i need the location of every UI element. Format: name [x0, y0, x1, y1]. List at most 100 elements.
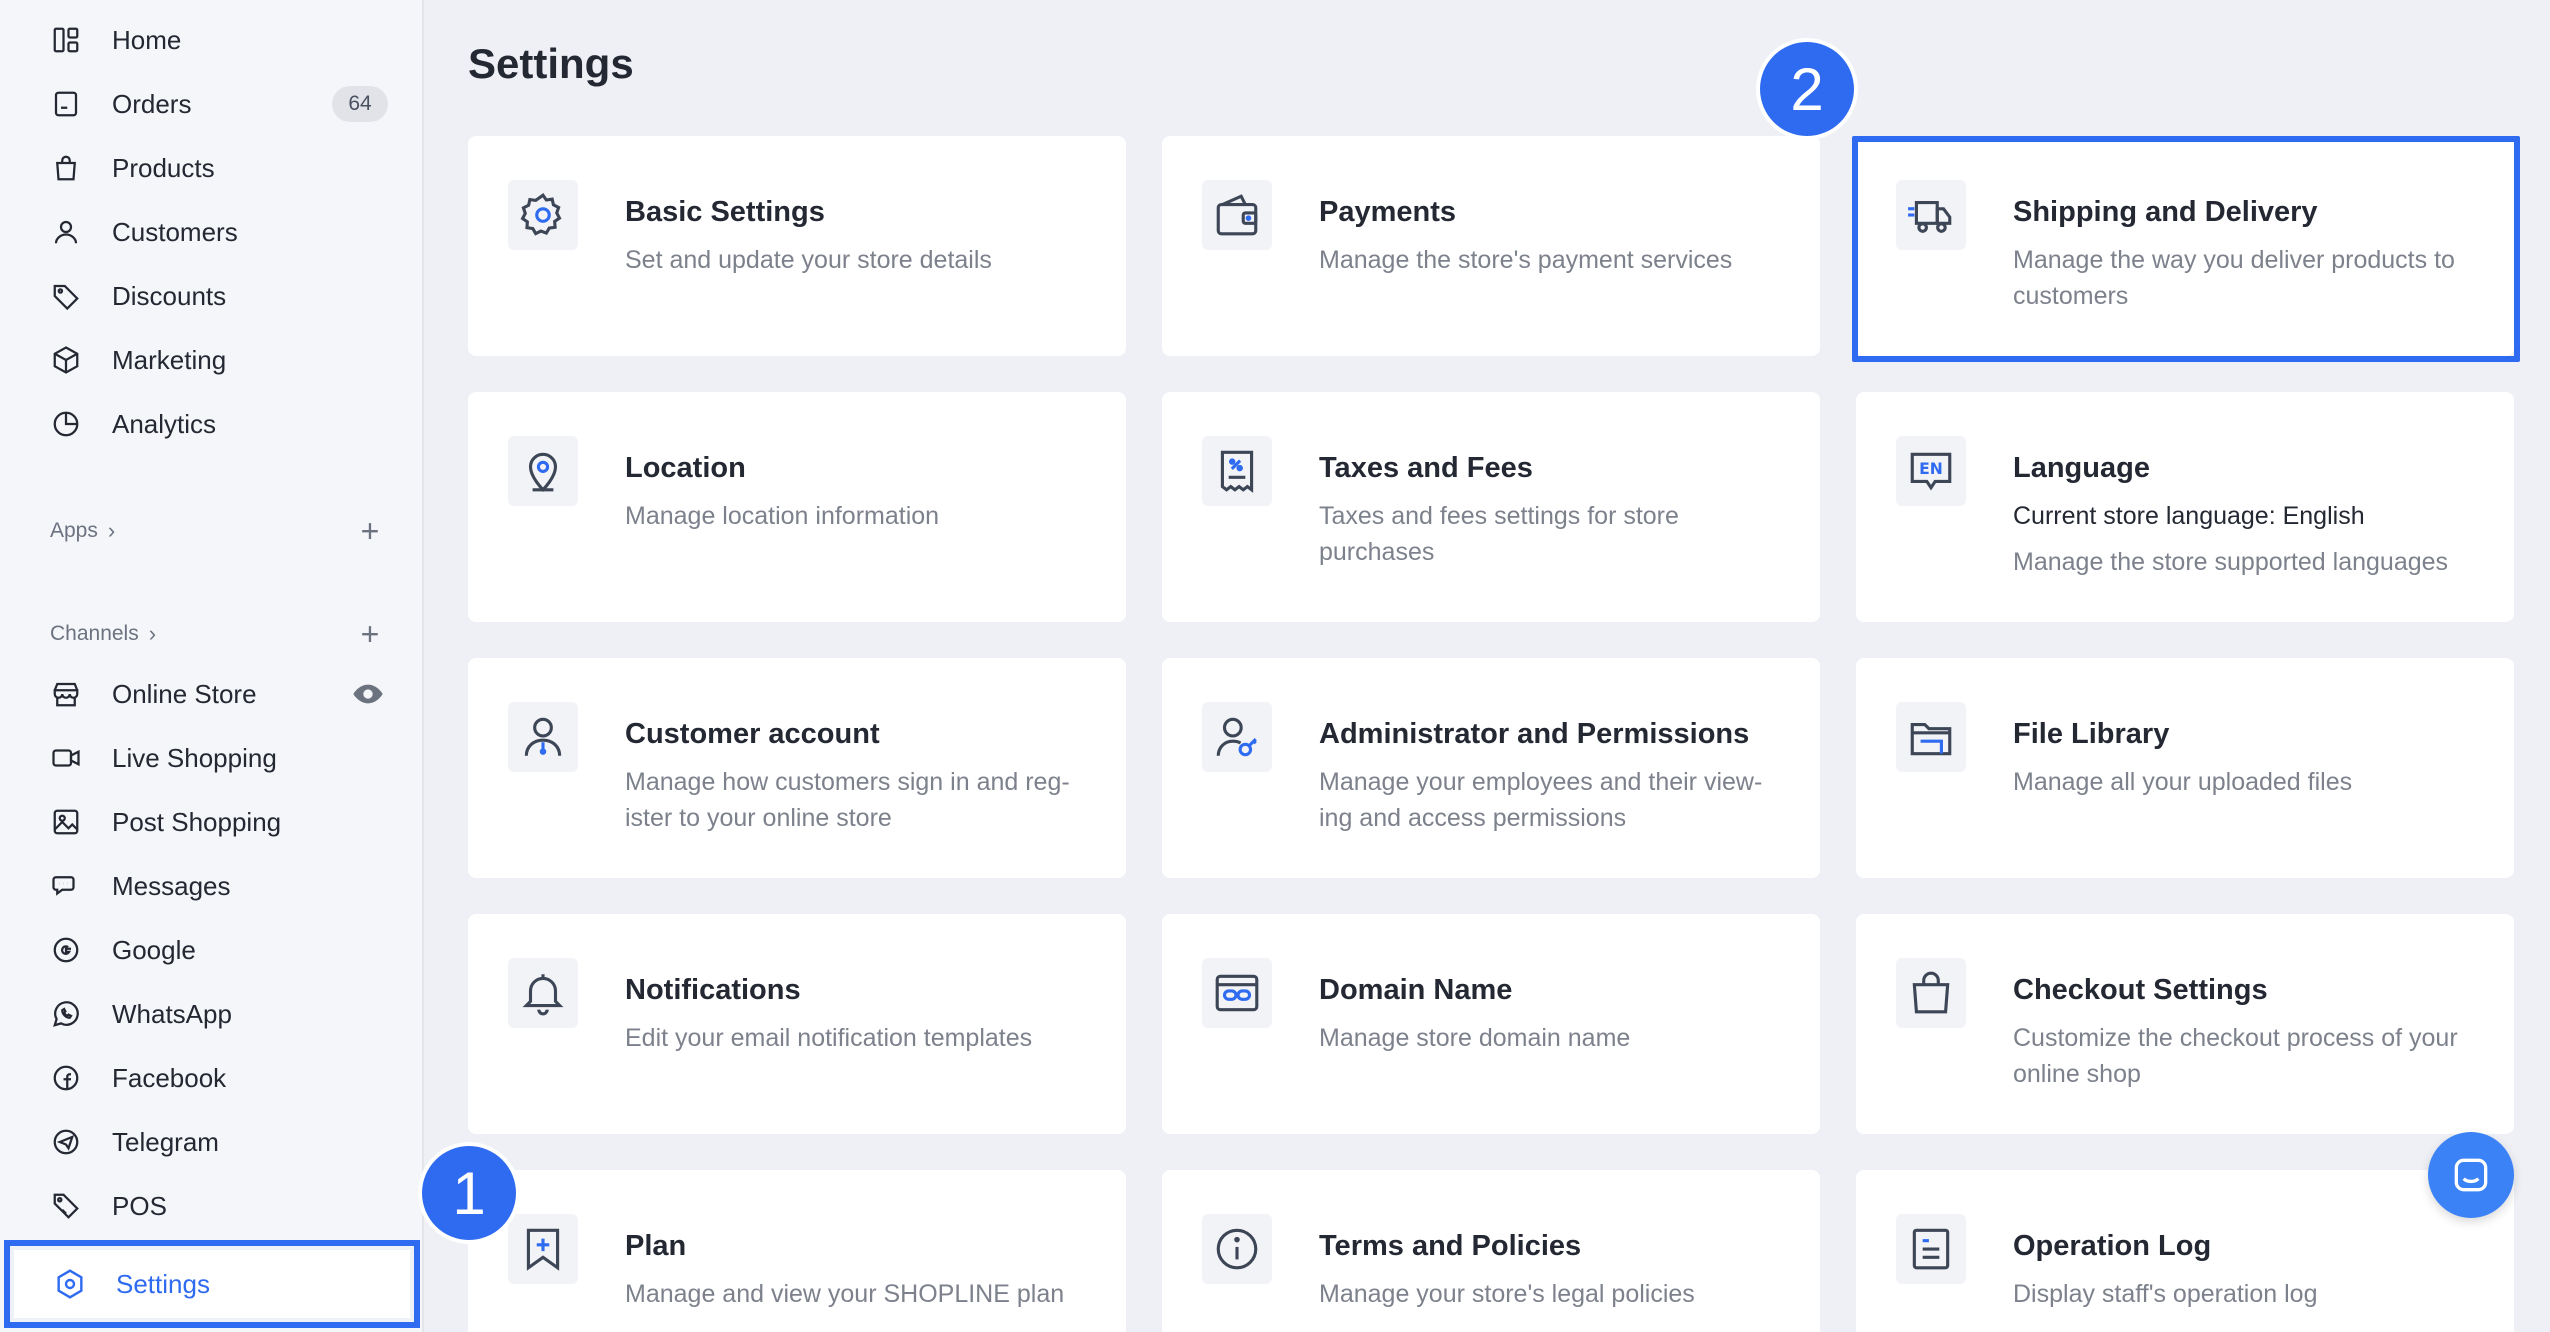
- orders-icon: [50, 88, 82, 120]
- sidebar-item-whatsapp[interactable]: WhatsApp: [0, 982, 424, 1046]
- step-2-badge: 2: [1760, 42, 1854, 136]
- sidebar-item-products[interactable]: Products: [0, 136, 424, 200]
- sidebar-item-label: Marketing: [112, 344, 227, 375]
- sidebar-item-label: Analytics: [112, 408, 217, 439]
- telegram-icon: [50, 1126, 82, 1158]
- card-taxes-and-fees[interactable]: Taxes and Fees Taxes and fees settings f…: [1162, 392, 1820, 622]
- store-icon: [50, 678, 82, 710]
- sidebar-item-customers[interactable]: Customers: [0, 200, 424, 264]
- image-icon: [50, 806, 82, 838]
- card-customer-account[interactable]: Customer account Manage how customers si…: [468, 658, 1126, 878]
- location-pin-icon: [508, 436, 578, 506]
- sidebar-item-label: Messages: [112, 870, 231, 901]
- sidebar-item-messages[interactable]: Messages: [0, 854, 424, 918]
- info-icon: [1202, 1214, 1272, 1284]
- support-chat-button[interactable]: [2428, 1132, 2514, 1218]
- card-title: Domain Name: [1319, 974, 1513, 1006]
- sidebar-item-settings[interactable]: Settings: [4, 1240, 420, 1328]
- card-basic-settings[interactable]: Basic Settings Set and update your store…: [468, 136, 1126, 356]
- sidebar-item-home[interactable]: Home: [0, 8, 424, 72]
- card-payments[interactable]: Payments Manage the store's payment serv…: [1162, 136, 1820, 356]
- card-description: Manage location information: [625, 502, 940, 530]
- card-description: Taxes and fees settings for store purcha…: [1319, 502, 1679, 566]
- channels-section-header[interactable]: Channels › +: [50, 614, 390, 654]
- add-channel-plus-icon[interactable]: +: [350, 614, 390, 654]
- sidebar-item-label: Facebook: [112, 1062, 227, 1093]
- sidebar: Home Orders 64 Products Customers Discou…: [0, 0, 424, 1332]
- sidebar-item-label: Customers: [112, 216, 238, 247]
- orders-count-badge: 64: [332, 86, 388, 122]
- card-description: Customize the checkout process of your o…: [2013, 1024, 2458, 1088]
- card-location[interactable]: Location Manage location information: [468, 392, 1126, 622]
- sidebar-item-label: Telegram: [112, 1126, 219, 1157]
- folder-icon: [1896, 702, 1966, 772]
- sidebar-item-post-shopping[interactable]: Post Shopping: [0, 790, 424, 854]
- chat-icon: [2454, 1158, 2488, 1192]
- card-terms-and-policies[interactable]: Terms and Policies Manage your store's l…: [1162, 1170, 1820, 1332]
- card-domain-name[interactable]: Domain Name Manage store domain name: [1162, 914, 1820, 1134]
- pos-tag-icon: [50, 1190, 82, 1222]
- domain-link-icon: [1202, 958, 1272, 1028]
- card-description: Manage your store's legal policies: [1319, 1280, 1695, 1308]
- channels-section-label: Channels: [50, 622, 139, 645]
- sidebar-item-analytics[interactable]: Analytics: [0, 392, 424, 456]
- card-file-library[interactable]: File Library Manage all your uploaded fi…: [1856, 658, 2514, 878]
- sidebar-item-marketing[interactable]: Marketing: [0, 328, 424, 392]
- sidebar-item-label: Home: [112, 24, 182, 55]
- sidebar-item-google[interactable]: Google: [0, 918, 424, 982]
- sidebar-item-label: POS: [112, 1190, 167, 1221]
- card-notifications[interactable]: Notifications Edit your email notificati…: [468, 914, 1126, 1134]
- sidebar-item-label: Discounts: [112, 280, 227, 311]
- card-title: Payments: [1319, 196, 1457, 228]
- card-title: File Library: [2013, 718, 2170, 750]
- card-description: Manage store domain name: [1319, 1024, 1631, 1052]
- card-description: Manage your employees and their view-ing…: [1319, 768, 1763, 832]
- card-description: Manage the store supported languages: [2013, 548, 2449, 576]
- sidebar-item-settings-inner[interactable]: Settings: [14, 1250, 410, 1318]
- apps-section-header[interactable]: Apps › +: [50, 511, 390, 551]
- google-icon: [50, 934, 82, 966]
- card-title: Administrator and Permissions: [1319, 718, 1750, 750]
- card-title: Basic Settings: [625, 196, 825, 228]
- sidebar-item-label: Live Shopping: [112, 742, 277, 773]
- eye-icon[interactable]: [352, 678, 384, 710]
- bell-icon: [508, 958, 578, 1028]
- wallet-icon: [1202, 180, 1272, 250]
- sidebar-item-orders[interactable]: Orders 64: [0, 72, 424, 136]
- card-title: Checkout Settings: [2013, 974, 2268, 1006]
- card-title: Plan: [625, 1230, 687, 1262]
- card-description: Manage and view your SHOPLINE plan: [625, 1280, 1065, 1308]
- customer-person-icon: [50, 216, 82, 248]
- card-administrator-and-permissions[interactable]: Administrator and Permissions Manage you…: [1162, 658, 1820, 878]
- card-language[interactable]: EN Language Current store language: Engl…: [1856, 392, 2514, 622]
- customer-account-icon: [508, 702, 578, 772]
- facebook-icon: [50, 1062, 82, 1094]
- current-language-text: Current store language: English: [2013, 502, 2365, 530]
- sidebar-item-online-store[interactable]: Online Store: [0, 662, 424, 726]
- sidebar-item-label: Post Shopping: [112, 806, 282, 837]
- card-description: Manage all your uploaded files: [2013, 768, 2353, 796]
- language-en-icon: EN: [1896, 436, 1966, 506]
- card-title: Notifications: [625, 974, 801, 1006]
- dashboard-icon: [50, 24, 82, 56]
- chat-bubbles-icon: [50, 870, 82, 902]
- sidebar-item-discounts[interactable]: Discounts: [0, 264, 424, 328]
- card-description: Set and update your store details: [625, 246, 992, 274]
- sidebar-item-telegram[interactable]: Telegram: [0, 1110, 424, 1174]
- add-app-plus-icon[interactable]: +: [350, 511, 390, 551]
- card-checkout-settings[interactable]: Checkout Settings Customize the checkout…: [1856, 914, 2514, 1134]
- pie-chart-icon: [50, 408, 82, 440]
- sidebar-item-facebook[interactable]: Facebook: [0, 1046, 424, 1110]
- card-operation-log[interactable]: Operation Log Display staff's operation …: [1856, 1170, 2514, 1332]
- products-bag-icon: [50, 152, 82, 184]
- card-title: Taxes and Fees: [1319, 452, 1533, 484]
- log-document-icon: [1896, 1214, 1966, 1284]
- card-title: Operation Log: [2013, 1230, 2212, 1262]
- whatsapp-icon: [50, 998, 82, 1030]
- card-plan[interactable]: Plan Manage and view your SHOPLINE plan: [468, 1170, 1126, 1332]
- sidebar-item-pos[interactable]: POS: [0, 1174, 424, 1238]
- sidebar-item-live-shopping[interactable]: Live Shopping: [0, 726, 424, 790]
- sidebar-item-label: Products: [112, 152, 215, 183]
- chevron-right-icon: ›: [107, 518, 116, 543]
- sidebar-item-label: Settings: [116, 1268, 210, 1299]
